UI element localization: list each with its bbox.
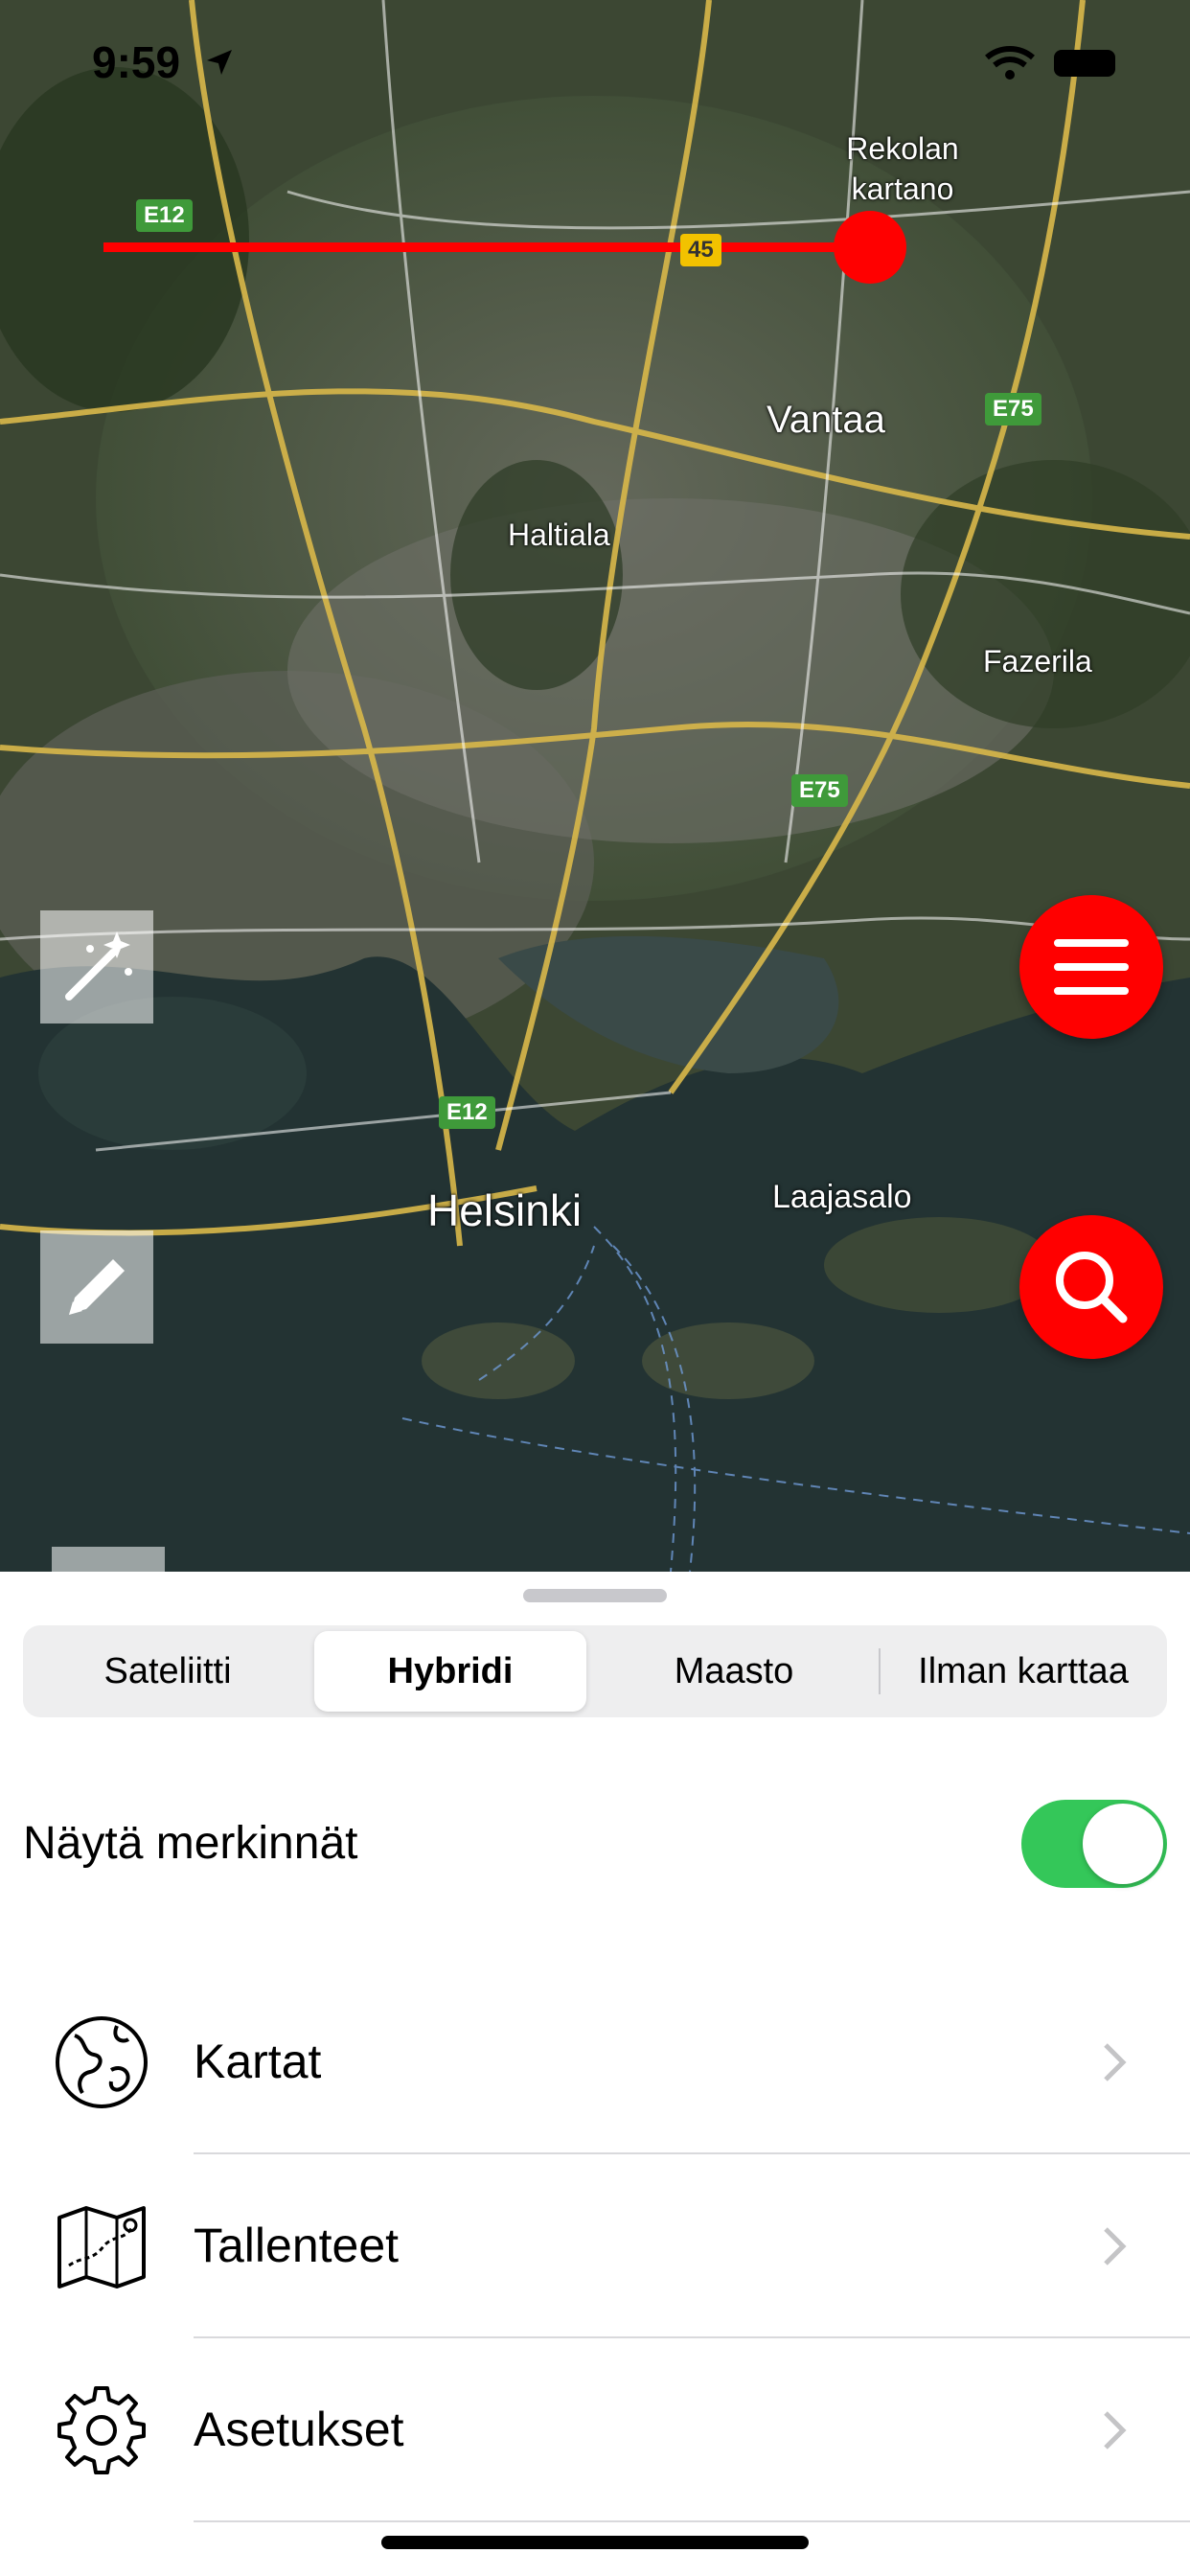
edit-button[interactable] — [40, 1230, 153, 1344]
show-markers-row: Näytä merkinnät — [23, 1798, 1167, 1890]
map-tool-tab[interactable] — [52, 1547, 165, 1572]
hamburger-icon — [1054, 939, 1129, 995]
map-label-haltiala: Haltiala — [508, 518, 610, 552]
toggle-knob — [1083, 1804, 1163, 1884]
magic-wand-button[interactable] — [40, 910, 153, 1024]
menu-item-tallenteet[interactable]: Tallenteet — [0, 2154, 1190, 2338]
magic-wand-icon — [65, 932, 132, 1000]
status-bar: 9:59 — [0, 34, 1190, 92]
menu-item-label: Kartat — [194, 2035, 322, 2088]
chevron-right-icon — [1104, 2411, 1127, 2450]
menu-item-kartat[interactable]: Kartat — [0, 1970, 1190, 2154]
segment-maasto[interactable]: Maasto — [592, 1631, 876, 1712]
row-divider — [194, 2520, 1190, 2522]
show-markers-label: Näytä merkinnät — [23, 1818, 358, 1869]
road-shield-e75-mid: E75 — [791, 774, 848, 807]
location-arrow-icon — [205, 48, 234, 81]
home-indicator — [381, 2536, 809, 2549]
menu-button[interactable] — [1019, 895, 1163, 1039]
wifi-icon — [983, 44, 1037, 87]
chevron-right-icon — [1104, 2227, 1127, 2266]
map-type-segmented-control: Sateliitti Hybridi Maasto Ilman karttaa — [23, 1625, 1167, 1717]
road-shield-45: 45 — [680, 234, 721, 266]
map-label-vantaa: Vantaa — [767, 399, 885, 441]
battery-icon — [1054, 50, 1115, 77]
show-markers-toggle[interactable] — [1021, 1800, 1167, 1888]
bottom-sheet: Sateliitti Hybridi Maasto Ilman karttaa … — [0, 1572, 1190, 2576]
segment-divider — [879, 1648, 881, 1694]
segment-hybridi[interactable]: Hybridi — [314, 1631, 586, 1712]
chevron-right-icon — [1104, 2043, 1127, 2082]
road-shield-e75: E75 — [985, 393, 1041, 426]
road-shield-e12-mid: E12 — [439, 1096, 495, 1129]
road-shield-e12: E12 — [136, 199, 193, 232]
menu-item-label: Asetukset — [194, 2403, 404, 2456]
status-time: 9:59 — [92, 37, 181, 87]
sheet-handle[interactable] — [523, 1589, 667, 1602]
pencil-icon — [69, 1259, 125, 1315]
map-route-icon — [57, 2206, 146, 2288]
map-label-laajasalo: Laajasalo — [772, 1179, 912, 1215]
search-button[interactable] — [1019, 1215, 1163, 1359]
segment-sateliitti[interactable]: Sateliitti — [29, 1631, 307, 1712]
map-label-rekolan: Rekolan kartano — [846, 131, 959, 206]
globe-icon — [56, 2016, 148, 2108]
gear-icon — [57, 2386, 146, 2474]
map-imagery — [0, 0, 1190, 1572]
map-label-helsinki: Helsinki — [427, 1185, 583, 1235]
segment-ilman-karttaa[interactable]: Ilman karttaa — [883, 1631, 1163, 1712]
menu-item-label: Tallenteet — [194, 2219, 400, 2272]
map-view[interactable]: 9:59 Rekolan kartano Vantaa Haltiala Faz… — [0, 0, 1190, 1572]
search-icon — [1056, 1252, 1128, 1323]
menu-item-asetukset[interactable]: Asetukset — [0, 2338, 1190, 2522]
map-label-fazerila: Fazerila — [983, 644, 1092, 678]
